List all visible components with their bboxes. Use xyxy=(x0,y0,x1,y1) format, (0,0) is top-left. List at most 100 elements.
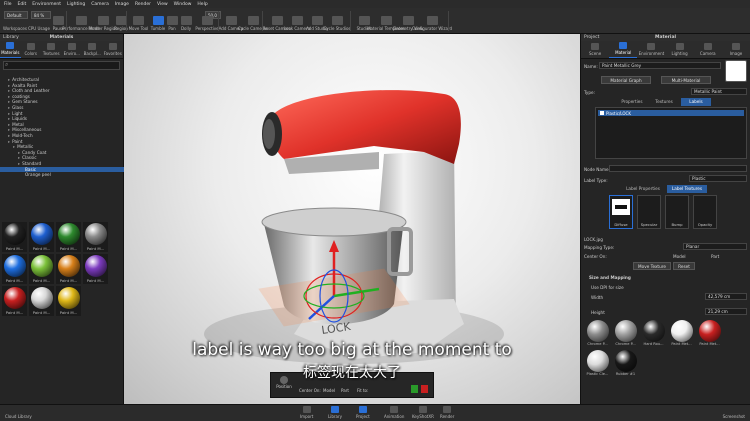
project-tab-material[interactable]: Material xyxy=(609,41,638,58)
project-material-swatch[interactable]: Hard Rou... xyxy=(641,320,666,346)
tree-expand-icon[interactable]: ▸ xyxy=(8,133,10,138)
library-thumbnail[interactable]: Paint M... xyxy=(29,286,54,316)
center-model-radio[interactable]: Model xyxy=(673,254,686,259)
texture-slot-bump[interactable]: Bump xyxy=(665,195,689,229)
tumble-button[interactable]: Tumble xyxy=(150,8,166,34)
lock-camera-button[interactable]: Lock Camera xyxy=(284,8,310,34)
project-material-swatch[interactable]: Plastic Cle... xyxy=(585,350,610,376)
tree-expand-icon[interactable]: ▸ xyxy=(8,99,10,104)
height-field[interactable]: 21,29 cm xyxy=(705,308,747,315)
tree-expand-icon[interactable]: ▸ xyxy=(8,111,10,116)
library-thumbnail[interactable]: Paint M... xyxy=(2,286,27,316)
tree-expand-icon[interactable]: ▸ xyxy=(8,94,10,99)
checkbox-icon[interactable] xyxy=(600,111,604,115)
dolly-button[interactable]: Dolly xyxy=(179,8,193,34)
tree-expand-icon[interactable]: ▸ xyxy=(8,83,10,88)
bottom-tab-animation[interactable]: Animation xyxy=(384,406,404,419)
project-tab-camera[interactable]: Camera xyxy=(694,41,722,58)
multi-material-button[interactable]: Multi-Material xyxy=(661,76,711,84)
mapping-type-select[interactable]: Planar xyxy=(683,243,747,250)
library-thumbnail[interactable]: Paint M... xyxy=(83,222,108,252)
tab-label-properties[interactable]: Label Properties xyxy=(621,185,665,193)
perspective-button[interactable]: Perspective xyxy=(195,8,219,34)
menu-render[interactable]: Render xyxy=(135,2,151,7)
menu-camera[interactable]: Camera xyxy=(91,2,109,7)
cycle-cameras-button[interactable]: Cycle Cameras xyxy=(238,8,268,34)
project-tab-image[interactable]: Image xyxy=(722,41,750,58)
label-type-select[interactable]: Plastic xyxy=(689,175,747,182)
cpu-usage-button[interactable]: CPU Usage xyxy=(28,8,50,34)
project-material-swatch[interactable]: Paint Met... xyxy=(697,320,722,346)
library-thumbnail[interactable]: Paint M... xyxy=(29,222,54,252)
tree-expand-icon[interactable]: ▸ xyxy=(18,161,20,166)
library-thumbnail[interactable]: Paint M... xyxy=(56,222,81,252)
library-thumbnail[interactable]: Paint M... xyxy=(83,254,108,284)
reset-button[interactable]: Reset xyxy=(673,262,695,270)
tree-expand-icon[interactable]: ▸ xyxy=(8,139,10,144)
size-mapping-section[interactable]: Size and Mapping xyxy=(589,275,631,280)
menu-file[interactable]: File xyxy=(4,2,12,7)
tree-expand-icon[interactable]: ▸ xyxy=(13,144,15,149)
material-preview-thumb[interactable] xyxy=(725,60,747,82)
bottom-tab-project[interactable]: Project xyxy=(356,406,370,419)
library-tab-materials[interactable]: Materials xyxy=(0,41,21,58)
bottom-tab-keyshotxr[interactable]: KeyShotXR xyxy=(412,406,434,419)
use-dpi-checkbox[interactable]: Use DPI for size xyxy=(591,285,624,290)
subtab-labels[interactable]: Labels xyxy=(681,98,711,106)
pos-apply-icon[interactable] xyxy=(411,385,418,393)
project-tab-lighting[interactable]: Lighting xyxy=(666,41,694,58)
menu-help[interactable]: Help xyxy=(197,2,207,7)
tree-expand-icon[interactable]: ▸ xyxy=(8,122,10,127)
width-field[interactable]: 42,579 cm xyxy=(705,293,747,300)
workspaces-button[interactable]: Workspaces xyxy=(3,8,27,34)
menu-view[interactable]: View xyxy=(157,2,168,7)
texture-slot-specular[interactable]: Specular xyxy=(637,195,661,229)
move-tool-button[interactable]: Move Tool xyxy=(129,8,148,34)
library-thumbnail[interactable]: Paint M... xyxy=(2,254,27,284)
tree-expand-icon[interactable]: ▸ xyxy=(8,105,10,110)
library-thumbnail[interactable]: Paint M... xyxy=(56,254,81,284)
pos-part-option[interactable]: Part xyxy=(341,388,349,393)
menu-window[interactable]: Window xyxy=(174,2,192,7)
type-select[interactable]: Metallic Paint xyxy=(691,88,747,95)
tree-expand-icon[interactable]: ▸ xyxy=(18,150,20,155)
node-name-field[interactable] xyxy=(609,165,747,172)
texture-slot-opacity[interactable]: Opacity xyxy=(693,195,717,229)
project-material-swatch[interactable]: Chrome P... xyxy=(585,320,610,346)
library-tab-enviro[interactable]: Enviro... xyxy=(62,41,83,58)
library-thumbnail[interactable]: Paint M... xyxy=(56,286,81,316)
library-thumbnail[interactable]: Paint M... xyxy=(29,254,54,284)
menu-image[interactable]: Image xyxy=(115,2,129,7)
tab-label-textures[interactable]: Label Textures xyxy=(667,185,707,193)
menu-environment[interactable]: Environment xyxy=(32,2,61,7)
move-texture-button[interactable]: Move Texture xyxy=(633,262,671,270)
tree-expand-icon[interactable]: ▸ xyxy=(8,77,10,82)
bottom-tab-import[interactable]: Import xyxy=(300,406,313,419)
tree-expand-icon[interactable]: ▸ xyxy=(18,155,20,160)
label-list-item[interactable]: Plastic/LOCK xyxy=(598,110,744,116)
center-part-radio[interactable]: Part xyxy=(711,254,719,259)
project-material-swatch[interactable]: Paint Met... xyxy=(669,320,694,346)
texture-slot-diffuse[interactable]: Diffuse xyxy=(609,195,633,229)
library-tab-colors[interactable]: Colors xyxy=(21,41,42,58)
cloud-library-label[interactable]: Cloud Library xyxy=(5,414,32,419)
pos-cancel-icon[interactable] xyxy=(421,385,428,393)
subtab-textures[interactable]: Textures xyxy=(649,98,679,106)
cycle-studios-button[interactable]: Cycle Studios xyxy=(323,8,351,34)
pan-button[interactable]: Pan xyxy=(166,8,178,34)
project-tab-scene[interactable]: Scene xyxy=(581,41,609,58)
material-graph-button[interactable]: Material Graph xyxy=(601,76,651,84)
project-tab-environment[interactable]: Environment xyxy=(637,41,665,58)
project-material-swatch[interactable]: Rubber #1 xyxy=(613,350,638,376)
library-tab-textures[interactable]: Textures xyxy=(41,41,62,58)
library-search-input[interactable]: ⌕ xyxy=(3,61,120,70)
configurator-wizard-button[interactable]: Configurator Wizard xyxy=(412,8,452,34)
pos-model-option[interactable]: Model xyxy=(323,388,335,393)
menu-lighting[interactable]: Lighting xyxy=(67,2,85,7)
library-thumbnail[interactable]: Paint M... xyxy=(2,222,27,252)
material-name-field[interactable]: Paint Metallic Grey xyxy=(599,62,721,69)
bottom-tab-library[interactable]: Library xyxy=(328,406,342,419)
bottom-tab-render[interactable]: Render xyxy=(440,406,454,419)
project-material-swatch[interactable]: Chrome P... xyxy=(613,320,638,346)
tree-expand-icon[interactable]: ▸ xyxy=(8,127,10,132)
